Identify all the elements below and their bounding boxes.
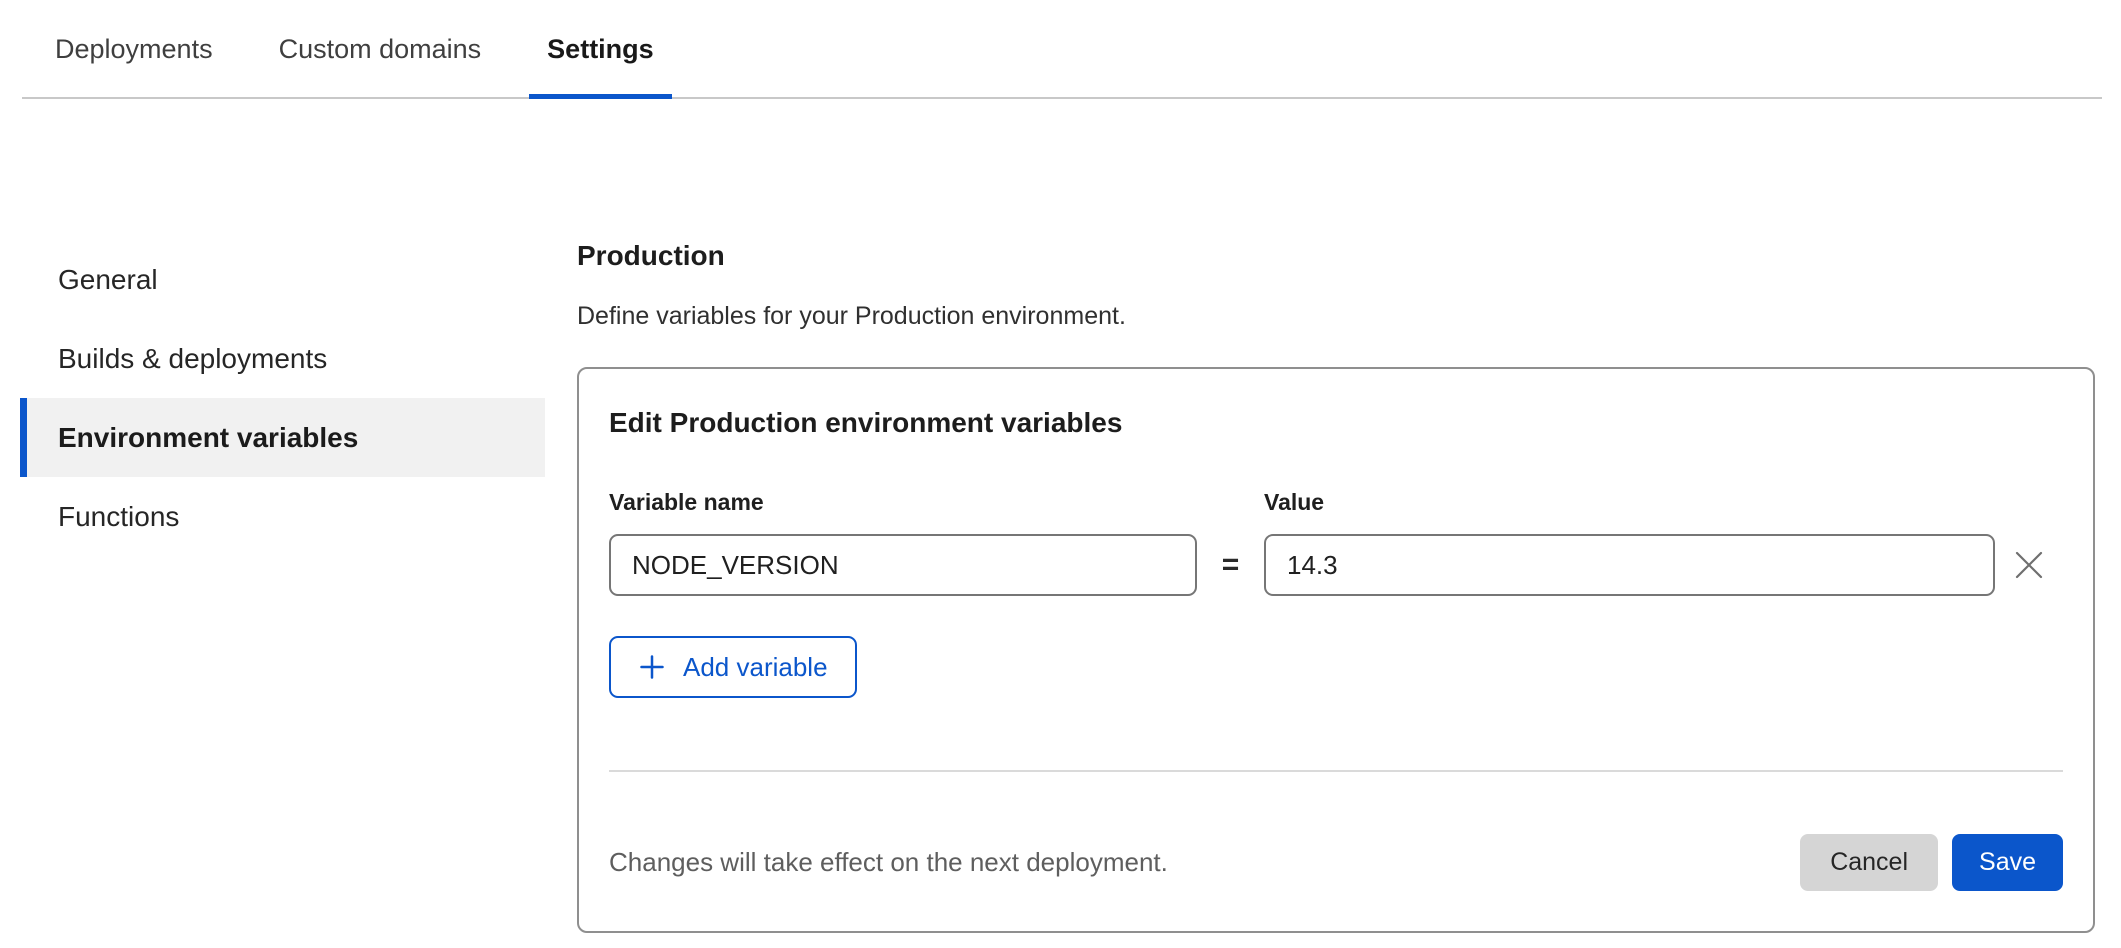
settings-content: General Builds & deployments Environment…	[20, 240, 2095, 933]
tab-settings[interactable]: Settings	[529, 34, 672, 97]
section-title: Production	[577, 240, 2095, 272]
equals-sign: =	[1197, 534, 1264, 596]
card-body: Edit Production environment variables Va…	[579, 369, 2093, 931]
plus-icon	[638, 653, 666, 681]
tab-bar: Deployments Custom domains Settings	[22, 0, 2102, 99]
cancel-button[interactable]: Cancel	[1800, 834, 1938, 891]
variable-row: Variable name Value =	[609, 489, 2063, 596]
tab-deployments[interactable]: Deployments	[37, 34, 231, 97]
sidebar-item-general[interactable]: General	[20, 240, 545, 319]
sidebar-item-builds-deployments[interactable]: Builds & deployments	[20, 319, 545, 398]
tab-custom-domains[interactable]: Custom domains	[261, 34, 500, 97]
footer-actions: Cancel Save	[1800, 834, 2063, 891]
add-variable-button[interactable]: Add variable	[609, 636, 857, 698]
section-description: Define variables for your Production env…	[577, 302, 2095, 331]
footer-note: Changes will take effect on the next dep…	[609, 847, 1168, 878]
card-footer: Changes will take effect on the next dep…	[609, 772, 2063, 931]
variable-name-input[interactable]	[609, 534, 1197, 596]
card-title: Edit Production environment variables	[609, 407, 2063, 439]
variable-value-input[interactable]	[1264, 534, 1995, 596]
add-variable-label: Add variable	[683, 652, 828, 683]
sidebar-item-environment-variables[interactable]: Environment variables	[20, 398, 545, 477]
save-button[interactable]: Save	[1952, 834, 2063, 891]
variable-name-label: Variable name	[609, 489, 1197, 516]
remove-variable-button[interactable]	[1995, 534, 2063, 596]
close-icon	[2012, 548, 2046, 582]
value-label: Value	[1264, 489, 1995, 516]
main-panel: Production Define variables for your Pro…	[577, 240, 2095, 933]
settings-sidebar: General Builds & deployments Environment…	[20, 240, 545, 556]
sidebar-item-functions[interactable]: Functions	[20, 477, 545, 556]
environment-variables-card: Edit Production environment variables Va…	[577, 367, 2095, 933]
